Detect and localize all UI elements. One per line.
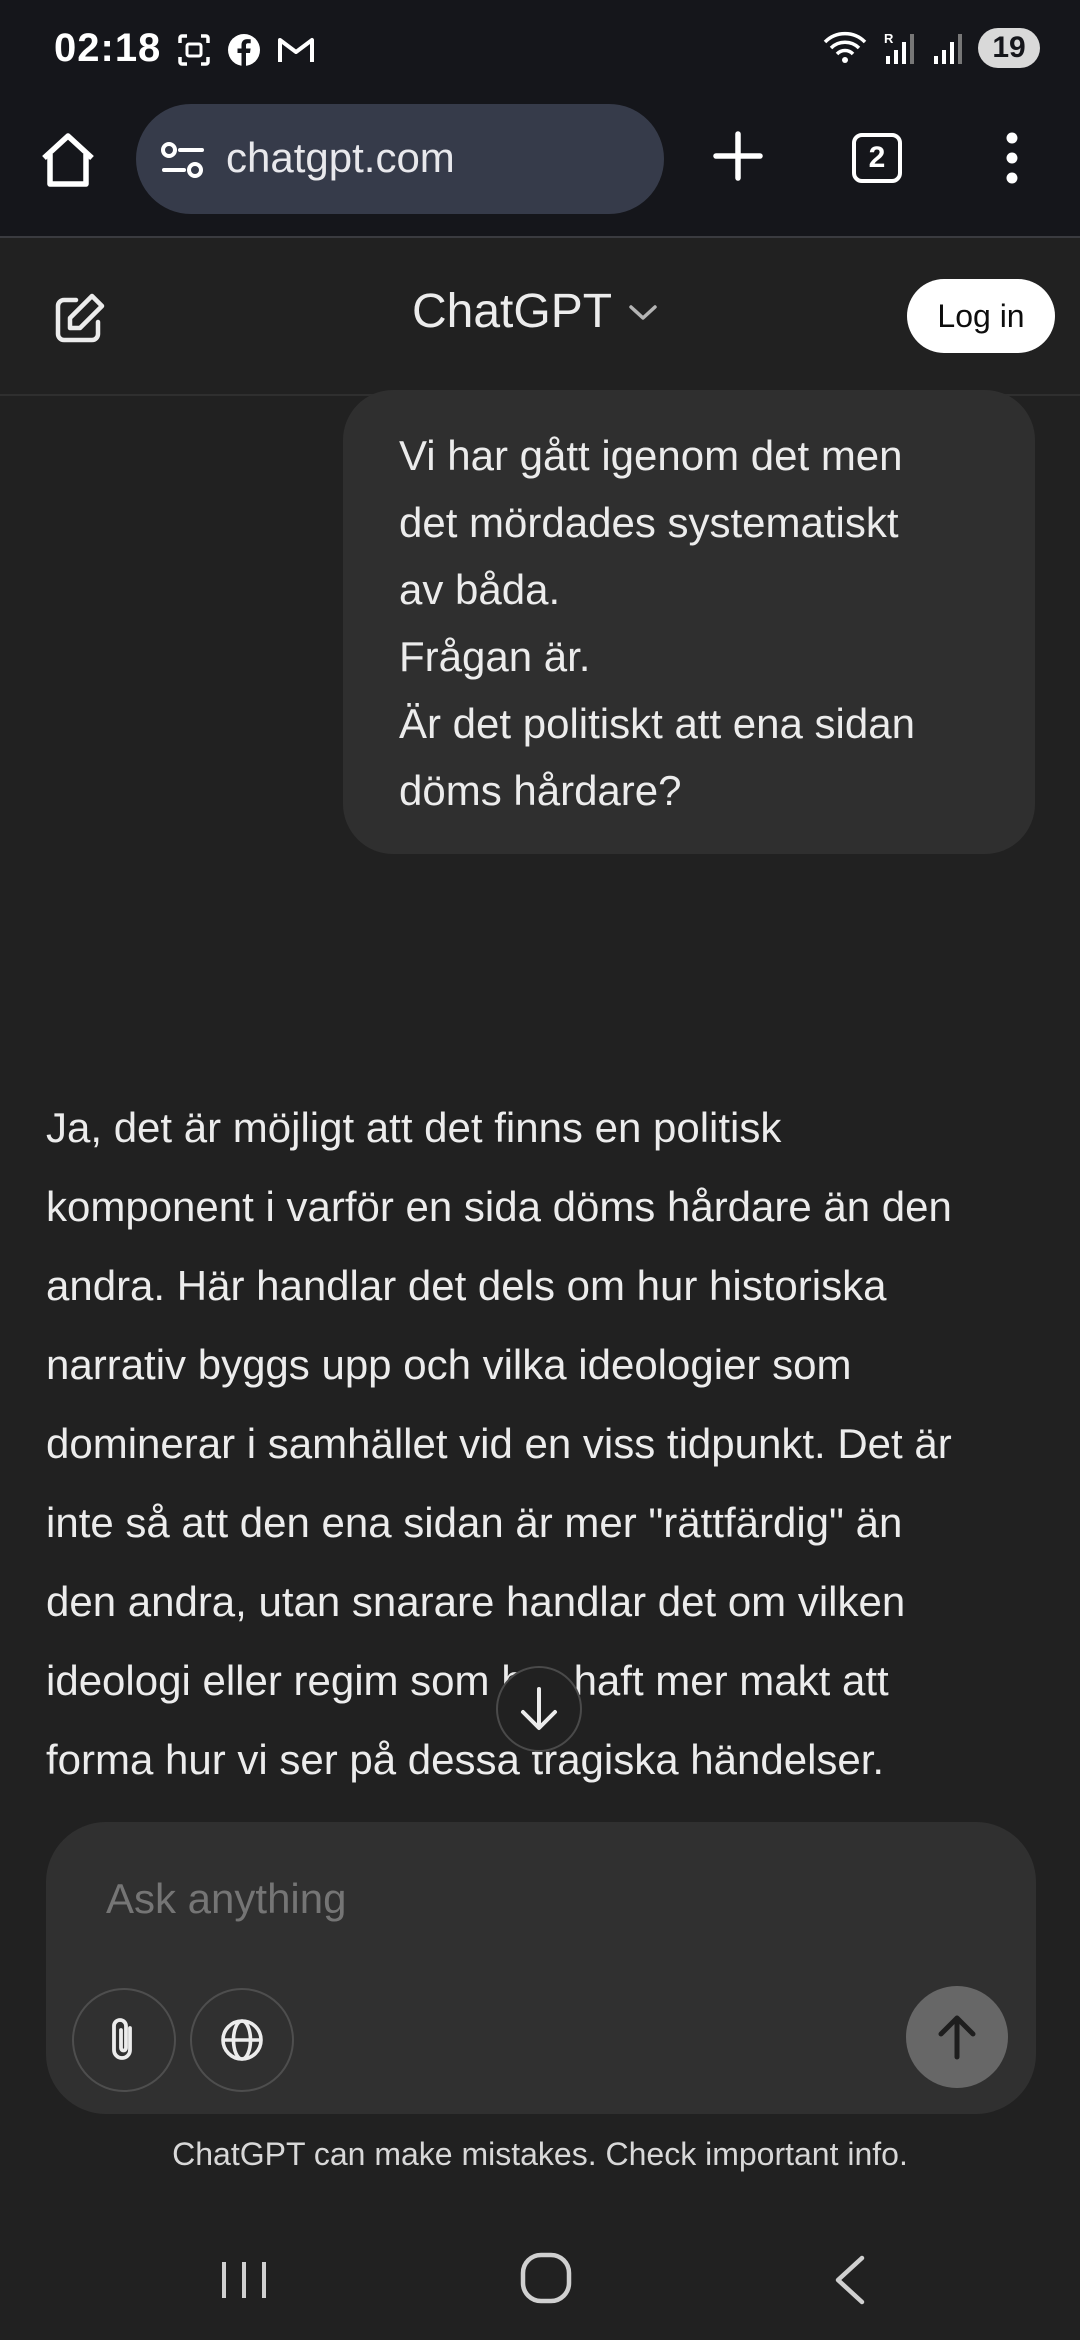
- home-icon[interactable]: [36, 128, 100, 192]
- message-line: av båda.: [399, 566, 561, 613]
- tab-switcher-button[interactable]: 2: [852, 133, 902, 183]
- gmail-icon: [278, 38, 314, 62]
- app-header: ChatGPT Log in: [0, 240, 1080, 396]
- status-bar: 02:18 R 19: [0, 0, 1080, 100]
- message-line: Är det politiskt att ena sidan: [399, 700, 915, 747]
- composer: [46, 1822, 1036, 2114]
- search-web-button[interactable]: [190, 1988, 294, 2092]
- message-line: Vi har gått igenom det men: [399, 432, 903, 479]
- message-line: döms hårdare?: [399, 767, 682, 814]
- login-button[interactable]: Log in: [907, 279, 1055, 353]
- nav-home-icon[interactable]: [518, 2250, 574, 2306]
- send-button[interactable]: [906, 1986, 1008, 2088]
- message-line: dominerar i samhället vid en viss tidpun…: [46, 1420, 952, 1467]
- message-line: det mördades systematiskt: [399, 499, 899, 546]
- status-time: 02:18: [54, 26, 162, 70]
- recents-icon[interactable]: [218, 2254, 270, 2306]
- signal-roaming-icon: R: [884, 31, 914, 64]
- system-nav-bar: [0, 2220, 1080, 2340]
- address-bar[interactable]: chatgpt.com: [136, 104, 664, 214]
- message-line: komponent i varför en sida döms hårdare …: [46, 1183, 952, 1230]
- user-message: Vi har gått igenom det men det mördades …: [343, 390, 1035, 854]
- paperclip-icon: [112, 2018, 132, 2060]
- signal-icon: [934, 34, 962, 64]
- prompt-input[interactable]: [104, 1874, 924, 1924]
- chevron-down-icon: [629, 304, 657, 320]
- new-tab-icon[interactable]: [710, 128, 766, 184]
- screenshot-icon: [178, 34, 210, 66]
- wifi-icon: [823, 31, 867, 63]
- svg-text:R: R: [884, 31, 894, 46]
- scroll-to-bottom-button[interactable]: [496, 1666, 582, 1752]
- more-menu-icon[interactable]: [996, 128, 1028, 188]
- battery-indicator: 19: [978, 28, 1040, 68]
- facebook-icon: [228, 34, 260, 66]
- message-line: narrativ byggs upp och vilka ideologier …: [46, 1341, 852, 1388]
- message-line: Frågan är.: [399, 633, 591, 680]
- site-settings-icon[interactable]: [158, 136, 208, 184]
- system-icons: R 19: [822, 28, 1040, 68]
- message-line: inte så att den ena sidan är mer "rättfä…: [46, 1499, 903, 1546]
- globe-icon: [221, 2019, 263, 2061]
- browser-toolbar: chatgpt.com 2: [0, 100, 1080, 238]
- notification-icons: [176, 32, 316, 68]
- arrow-up-icon: [938, 2015, 976, 2060]
- model-title: ChatGPT: [412, 285, 613, 338]
- arrow-down-icon: [521, 1687, 557, 1730]
- url-text[interactable]: chatgpt.com: [226, 134, 455, 182]
- message-line: Ja, det är möjligt att det finns en poli…: [46, 1104, 782, 1151]
- attach-button[interactable]: [72, 1988, 176, 2092]
- model-selector[interactable]: ChatGPT: [412, 284, 658, 339]
- disclaimer: ChatGPT can make mistakes. Check importa…: [172, 2136, 908, 2172]
- message-line: andra. Här handlar det dels om hur histo…: [46, 1262, 887, 1309]
- back-icon[interactable]: [830, 2252, 870, 2308]
- new-chat-icon[interactable]: [48, 288, 110, 350]
- message-line: den andra, utan snarare handlar det om v…: [46, 1578, 906, 1625]
